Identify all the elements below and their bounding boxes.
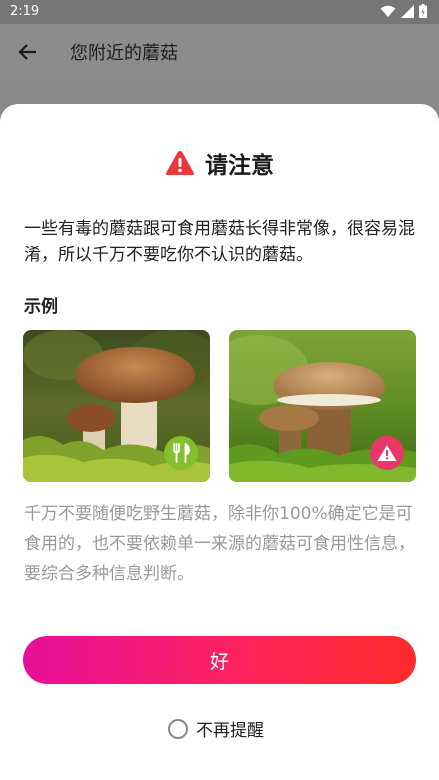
page-title: 您附近的蘑菇 [70,43,178,64]
status-time: 2:19 [10,4,40,19]
caution-dialog: 请注意 一些有毒的蘑菇跟可食用蘑菇长得非常像，很容易混淆，所以千万不要吃你不认识… [0,104,439,780]
arrow-back-icon [18,44,36,60]
warning-icon [165,151,195,175]
battery-icon [419,4,427,18]
wifi-icon [380,5,396,17]
edible-badge [164,436,198,470]
danger-badge [370,436,404,470]
ok-button[interactable]: 好 [23,636,416,684]
dialog-title: 请注意 [205,153,274,179]
status-icons [380,4,427,18]
app-bar: 您附近的蘑菇 [0,24,439,80]
signal-icon [401,4,414,18]
edible-mushroom-photo [23,330,210,482]
poisonous-mushroom-photo [229,330,416,482]
intro-text: 一些有毒的蘑菇跟可食用蘑菇长得非常像，很容易混淆，所以千万不要吃你不认识的蘑菇。 [24,219,415,265]
status-bar: 2:19 [0,0,439,24]
dont-remind-radio[interactable] [168,718,188,739]
dont-remind-label: 不再提醒 [196,721,264,741]
warning-icon [377,445,397,461]
dont-remind-option[interactable]: 不再提醒 [168,716,264,741]
caution-text: 千万不要随便吃野生蘑菇，除非你100%确定它是可食用的，也不要依赖单一来源的蘑菇… [24,504,415,584]
example-heading: 示例 [24,297,58,317]
back-button[interactable] [14,38,42,66]
dialog-header: 请注意 [0,146,439,180]
fork-knife-icon [173,443,190,463]
